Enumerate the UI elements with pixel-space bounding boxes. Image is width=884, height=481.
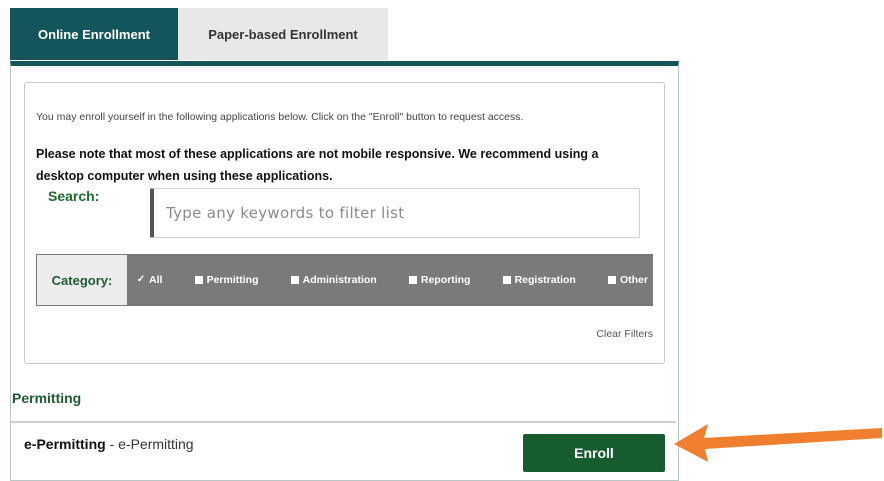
enrollment-panel: You may enroll yourself in the following… (10, 61, 679, 481)
mobile-note: Please note that most of these applicati… (36, 147, 599, 183)
search-label: Search: (48, 188, 100, 204)
arrow-left-icon (674, 424, 882, 462)
section-divider (11, 421, 676, 423)
intro-text: You may enroll yourself in the following… (36, 111, 524, 123)
category-option-registration[interactable]: Registration (502, 274, 576, 286)
category-option-label: Administration (302, 274, 377, 286)
category-option-permitting[interactable]: Permitting (194, 274, 259, 286)
category-option-label: All (149, 274, 163, 286)
checkmark-icon: ✓ (136, 274, 146, 285)
checkbox-icon (290, 276, 299, 284)
checkbox-icon (607, 276, 616, 284)
category-option-label: Registration (514, 274, 576, 286)
category-label: Category: (37, 255, 127, 305)
category-option-label: Other (619, 274, 648, 286)
clear-filters-link[interactable]: Clear Filters (596, 328, 653, 340)
category-option-reporting[interactable]: Reporting (408, 274, 471, 286)
category-option-label: Permitting (206, 274, 259, 286)
checkbox-icon (502, 276, 511, 284)
checkbox-icon (194, 276, 203, 284)
search-input[interactable] (150, 188, 640, 238)
app-name: e-Permitting (24, 436, 106, 452)
tab-paper-based-enrollment[interactable]: Paper-based Enrollment (178, 8, 388, 60)
category-options: ✓ All Permitting Administration Reportin… (127, 255, 652, 305)
enrollment-tabs: Online Enrollment Paper-based Enrollment (10, 8, 388, 64)
filter-box: You may enroll yourself in the following… (24, 82, 665, 364)
enroll-button[interactable]: Enroll (523, 434, 665, 472)
category-option-all[interactable]: ✓ All (136, 274, 163, 286)
category-filter-bar: Category: ✓ All Permitting Administratio… (36, 254, 653, 306)
app-description: - e-Permitting (105, 436, 194, 452)
checkbox-icon (408, 276, 417, 284)
category-option-other[interactable]: Other (607, 274, 648, 286)
tab-online-enrollment[interactable]: Online Enrollment (10, 8, 178, 60)
section-heading-permitting: Permitting (12, 390, 82, 406)
list-item: e-Permitting - e-Permitting (24, 436, 194, 452)
category-option-administration[interactable]: Administration (290, 274, 377, 286)
category-option-label: Reporting (420, 274, 471, 286)
